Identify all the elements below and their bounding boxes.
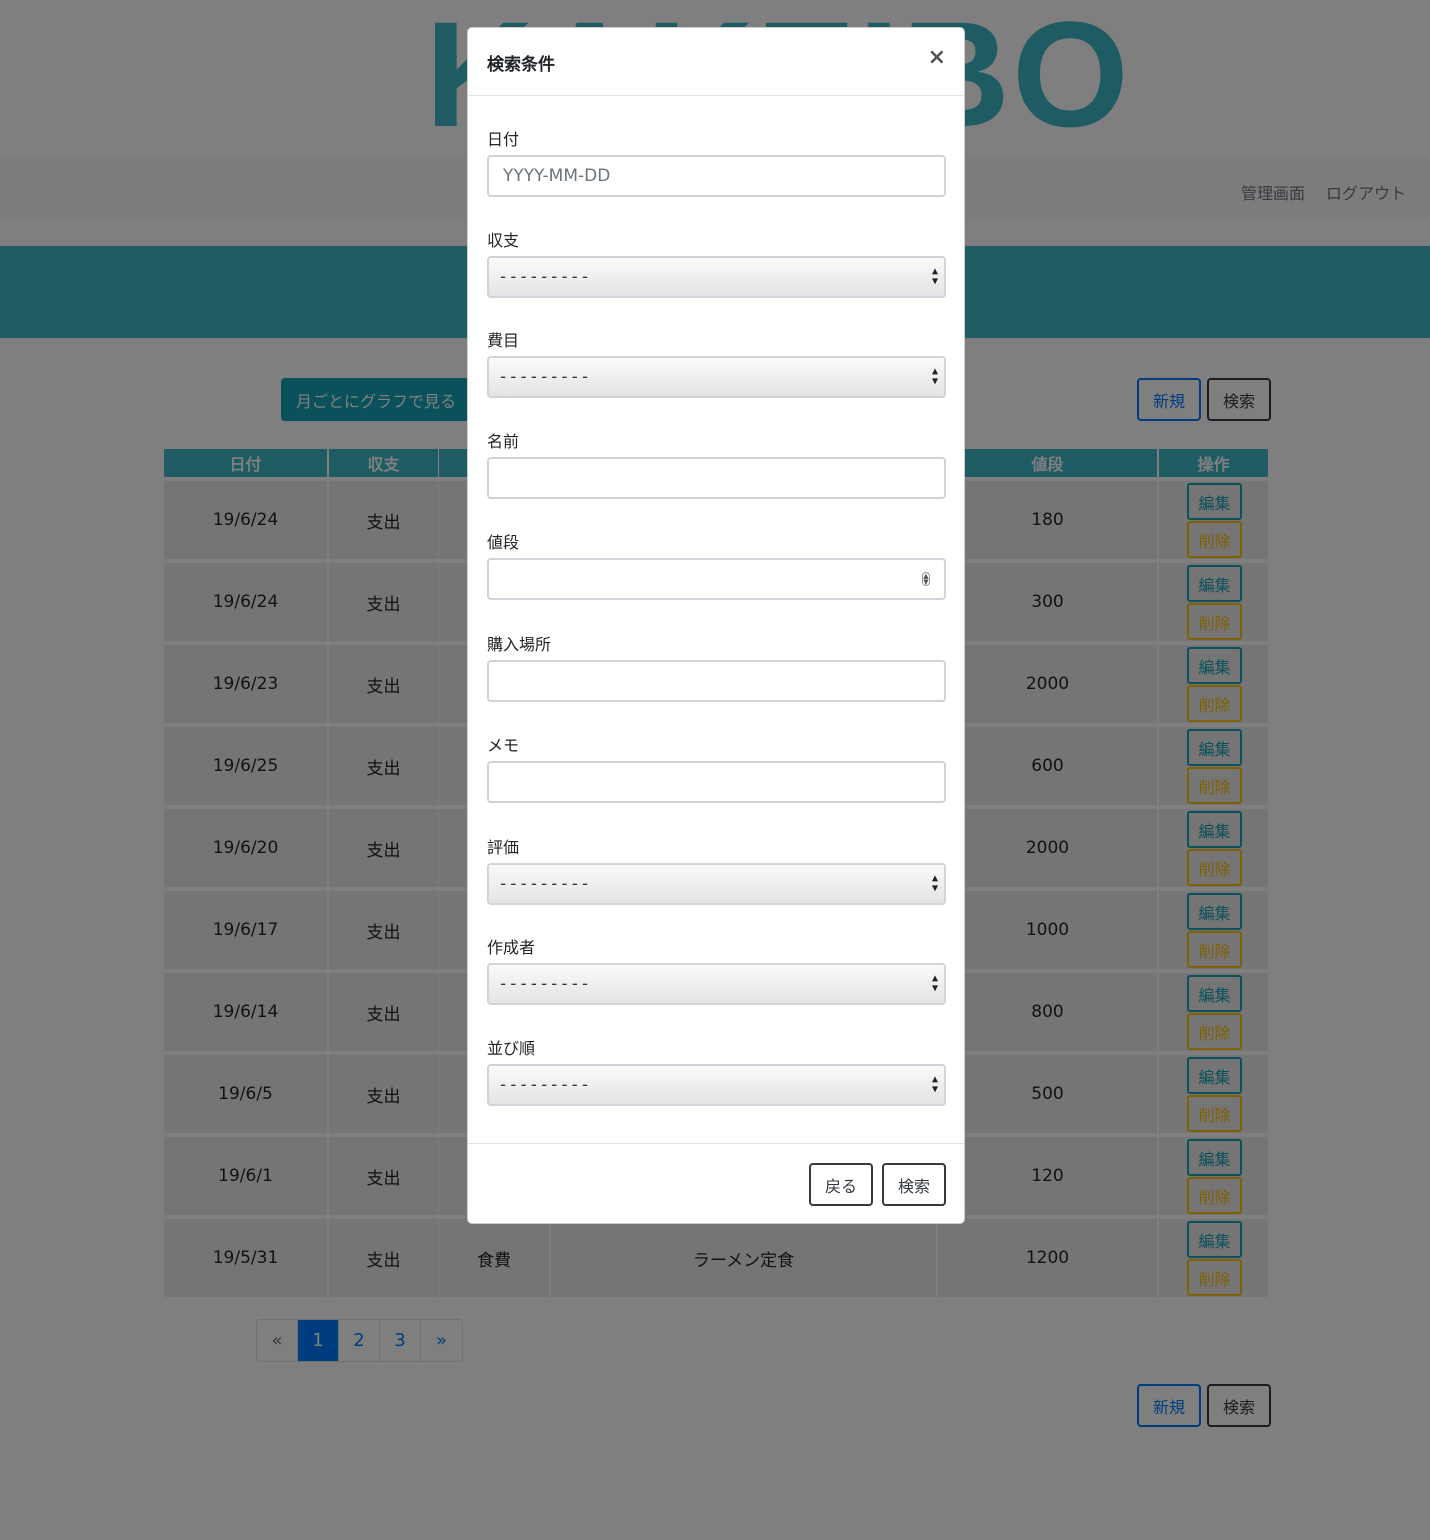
field-label-order: 並び順	[487, 1039, 536, 1058]
author-select-value: ---------	[498, 974, 591, 994]
select-arrows-icon: ▲ ▼	[931, 1074, 938, 1095]
number-spinner-icon[interactable]: ▲ ▼	[922, 572, 930, 586]
date-input[interactable]: YYYY-MM-DD	[487, 155, 946, 197]
select-arrows-icon: ▲ ▼	[931, 366, 938, 387]
field-label-date: 日付	[487, 130, 520, 149]
type-select-value: ---------	[498, 267, 591, 287]
order-select[interactable]: --------- ▲ ▼	[487, 1064, 946, 1106]
category-select-value: ---------	[498, 367, 591, 387]
close-icon[interactable]: ×	[928, 46, 946, 70]
search-modal: 検索条件 × 日付 YYYY-MM-DD 収支 --------- ▲ ▼ 費目 ------…	[467, 27, 965, 1224]
field-label-author: 作成者	[487, 938, 536, 957]
place-input[interactable]	[487, 660, 946, 702]
modal-search-button[interactable]: 検索	[882, 1163, 946, 1206]
author-select[interactable]: --------- ▲ ▼	[487, 963, 946, 1005]
price-input[interactable]: ▲ ▼	[487, 558, 946, 600]
modal-footer: 戻る 検索	[468, 1143, 964, 1223]
type-select[interactable]: --------- ▲ ▼	[487, 256, 946, 298]
modal-header: 検索条件 ×	[468, 28, 964, 96]
order-select-value: ---------	[498, 1075, 591, 1095]
name-input[interactable]	[487, 457, 946, 499]
back-button[interactable]: 戻る	[809, 1163, 873, 1206]
memo-input[interactable]	[487, 761, 946, 803]
rating-select[interactable]: --------- ▲ ▼	[487, 863, 946, 905]
modal-title: 検索条件	[487, 55, 555, 75]
category-select[interactable]: --------- ▲ ▼	[487, 356, 946, 398]
field-label-rating: 評価	[487, 838, 520, 857]
select-arrows-icon: ▲ ▼	[931, 266, 938, 287]
field-label-name: 名前	[487, 432, 520, 451]
field-label-type: 収支	[487, 231, 520, 250]
select-arrows-icon: ▲ ▼	[931, 873, 938, 894]
field-label-place: 購入場所	[487, 635, 552, 654]
field-label-price: 値段	[487, 533, 520, 552]
select-arrows-icon: ▲ ▼	[931, 973, 938, 994]
field-label-category: 費目	[487, 331, 520, 350]
field-label-memo: メモ	[487, 736, 520, 755]
rating-select-value: ---------	[498, 874, 591, 894]
date-input-text: YYYY-MM-DD	[503, 166, 611, 186]
